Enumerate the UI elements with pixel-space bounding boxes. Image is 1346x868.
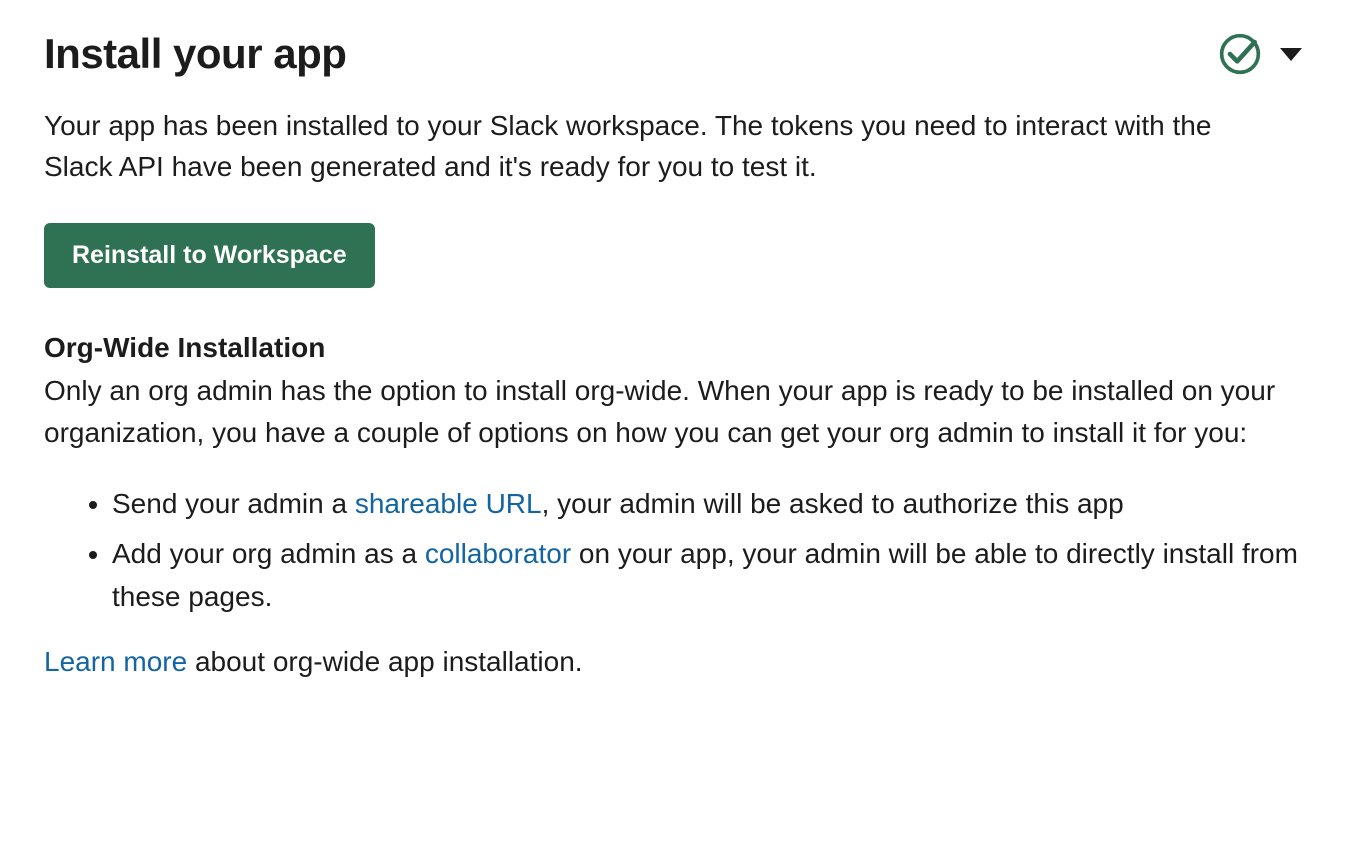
reinstall-button[interactable]: Reinstall to Workspace bbox=[44, 223, 375, 288]
check-circle-icon bbox=[1218, 32, 1262, 76]
header-row: Install your app bbox=[44, 30, 1302, 78]
footer-text: about org-wide app installation. bbox=[187, 646, 582, 677]
intro-text: Your app has been installed to your Slac… bbox=[44, 106, 1274, 187]
orgwide-heading: Org-Wide Installation bbox=[44, 332, 1302, 364]
list-item: Send your admin a shareable URL, your ad… bbox=[112, 482, 1302, 525]
orgwide-footer: Learn more about org-wide app installati… bbox=[44, 646, 1302, 678]
list-item-text: Add your org admin as a bbox=[112, 538, 425, 569]
page-title: Install your app bbox=[44, 30, 346, 78]
learn-more-link[interactable]: Learn more bbox=[44, 646, 187, 677]
header-icons bbox=[1218, 32, 1302, 76]
shareable-url-link[interactable]: shareable URL bbox=[355, 488, 542, 519]
list-item-text: , your admin will be asked to authorize … bbox=[542, 488, 1124, 519]
orgwide-body: Only an org admin has the option to inst… bbox=[44, 370, 1294, 454]
list-item: Add your org admin as a collaborator on … bbox=[112, 532, 1302, 619]
caret-down-icon[interactable] bbox=[1280, 48, 1302, 61]
collaborator-link[interactable]: collaborator bbox=[425, 538, 571, 569]
orgwide-section: Org-Wide Installation Only an org admin … bbox=[44, 332, 1302, 678]
list-item-text: Send your admin a bbox=[112, 488, 355, 519]
orgwide-options-list: Send your admin a shareable URL, your ad… bbox=[44, 482, 1302, 618]
